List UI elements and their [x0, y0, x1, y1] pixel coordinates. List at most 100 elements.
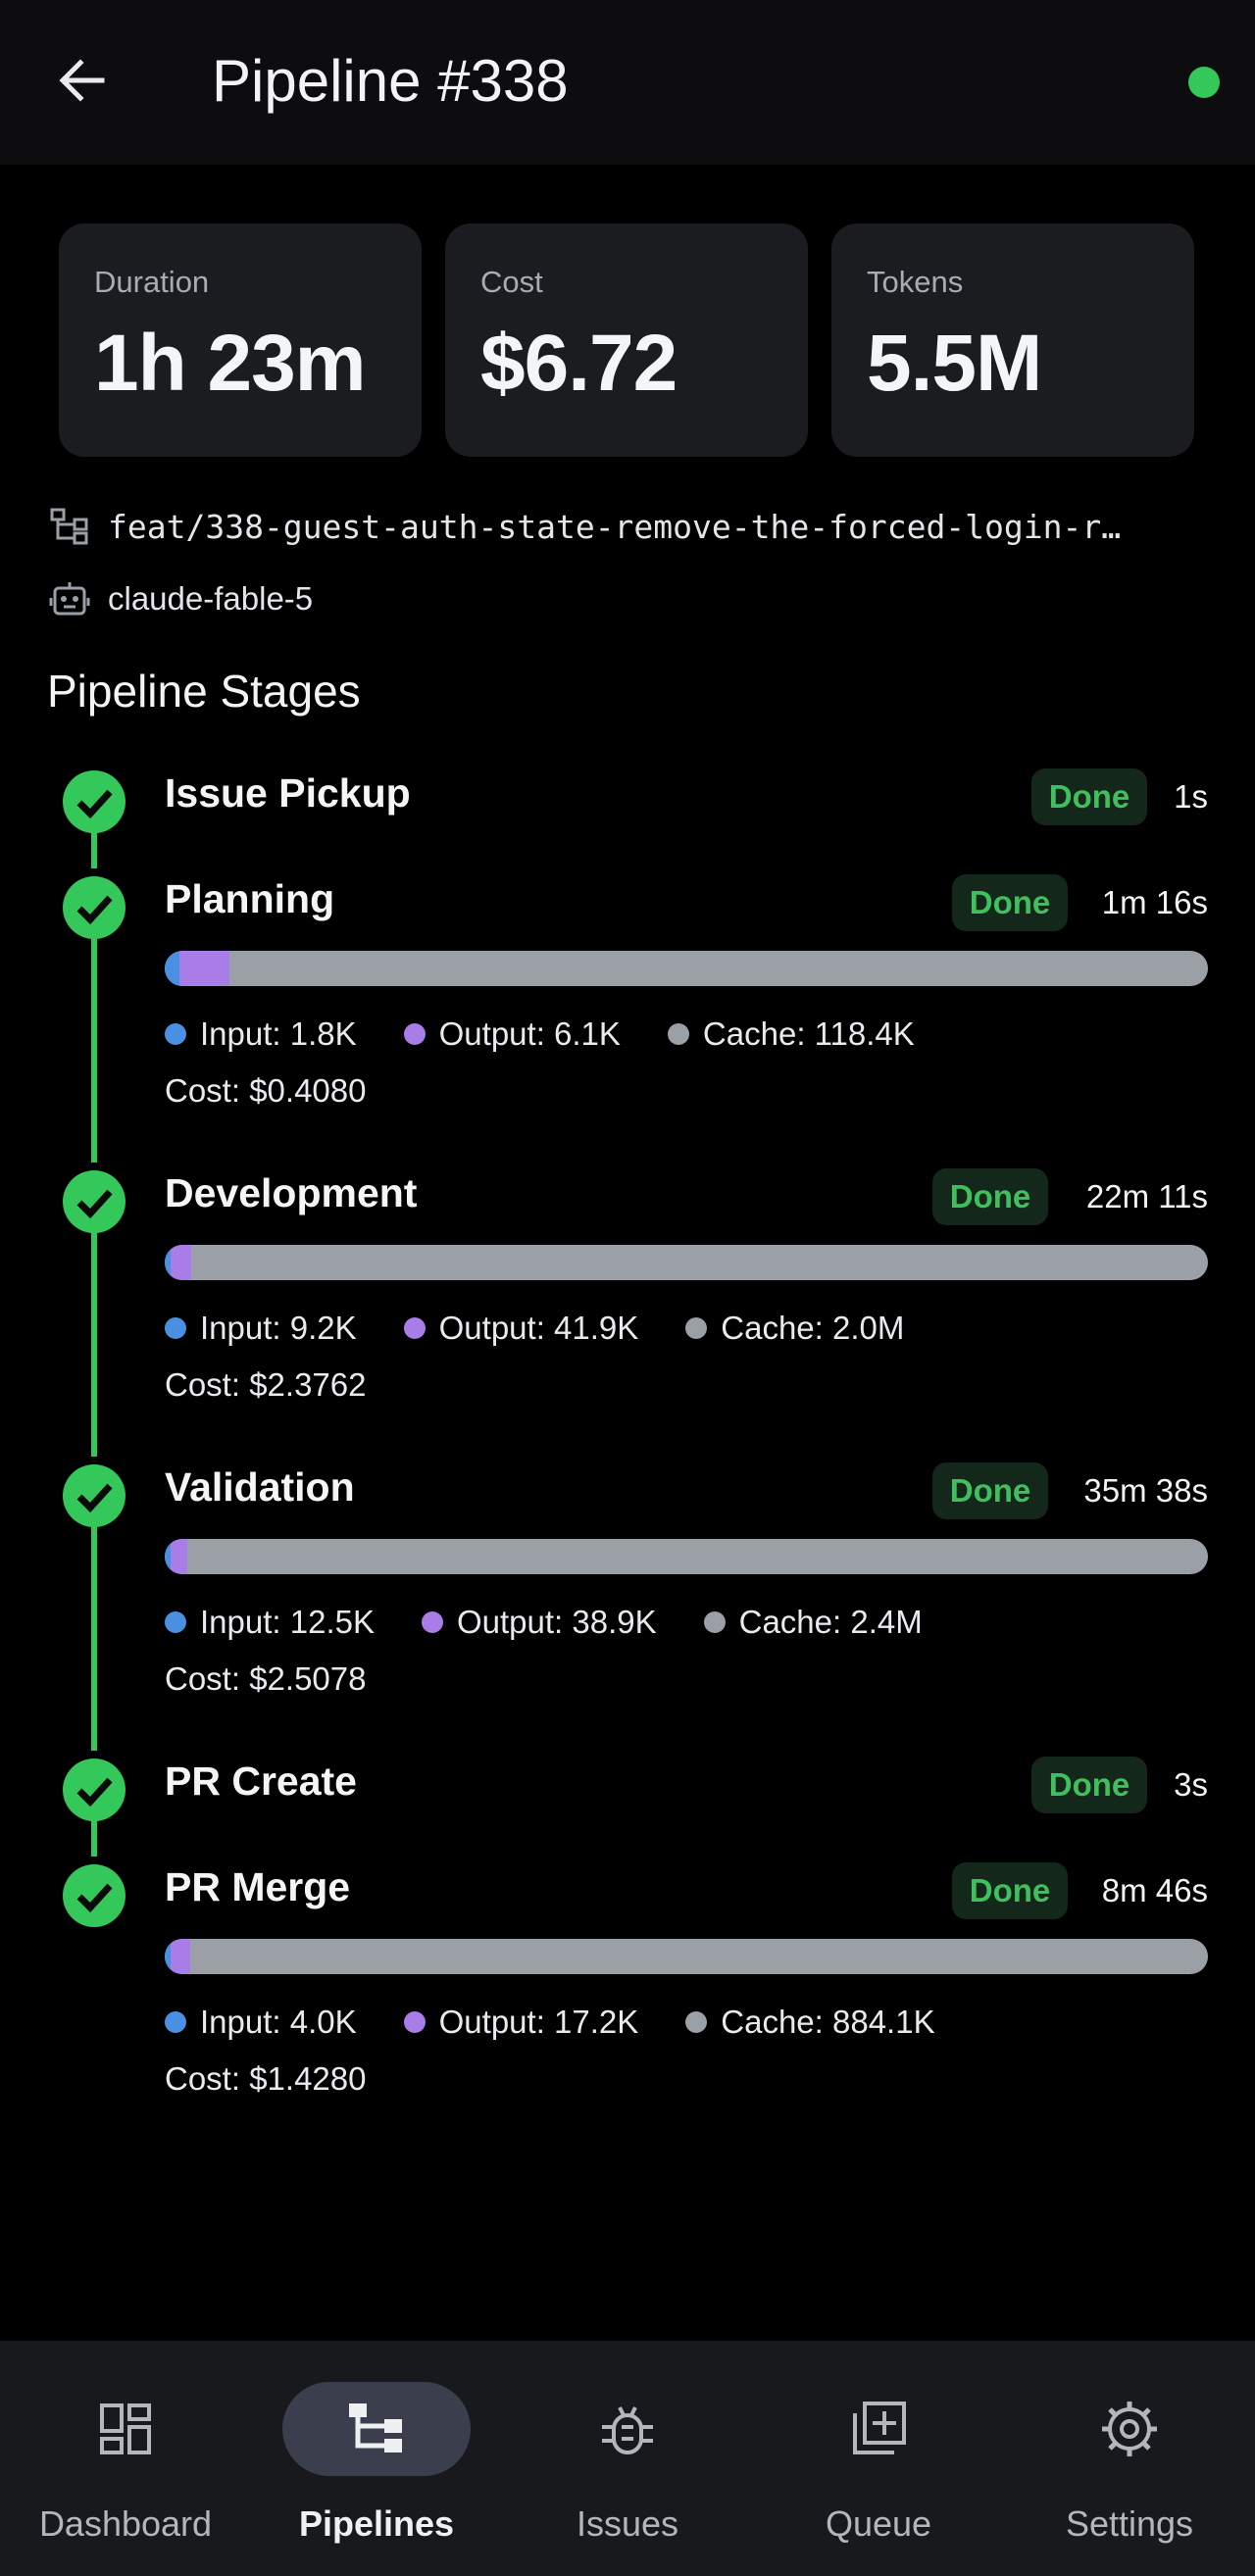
output-dot	[403, 2011, 426, 2033]
stage-name: Planning	[165, 876, 335, 921]
tokens-value: 5.5M	[867, 319, 1042, 408]
nav-label: Pipelines	[298, 2503, 455, 2544]
branch-row: feat/338-guest-auth-state-remove-the-for…	[49, 506, 1121, 547]
nav-dashboard[interactable]: Dashboard	[0, 2341, 251, 2576]
model-row: claude-fable-5	[49, 578, 313, 619]
robot-icon	[49, 582, 90, 616]
gear-icon	[1102, 2402, 1157, 2456]
nav-label: Issues	[576, 2503, 679, 2544]
stage-cost: Cost: $1.4280	[165, 2060, 367, 2097]
token-legend: Input: 1.8K Output: 6.1K Cache: 118.4K	[165, 1016, 962, 1053]
section-title: Pipeline Stages	[47, 666, 361, 717]
legend-output: Output: 17.2K	[403, 2004, 638, 2041]
nav-label: Settings	[1065, 2503, 1194, 2544]
stage-cost: Cost: $2.3762	[165, 1366, 367, 1403]
status-badge: Done	[932, 1168, 1048, 1225]
queue-icon	[853, 2402, 906, 2454]
arrow-back-icon	[59, 59, 105, 102]
tokens-label: Tokens	[867, 265, 964, 299]
nav-label: Queue	[825, 2503, 932, 2544]
input-dot	[165, 1611, 186, 1633]
nav-pipelines[interactable]: Pipelines	[251, 2341, 502, 2576]
timeline-connector	[91, 1525, 97, 1751]
dashboard-icon	[100, 2403, 151, 2454]
legend-cache: Cache: 2.0M	[685, 1310, 904, 1347]
status-badge: Done	[952, 1862, 1068, 1919]
nav-queue[interactable]: Queue	[753, 2341, 1004, 2576]
check-icon	[76, 1483, 113, 1513]
timeline-connector	[91, 1819, 97, 1857]
token-usage-bar	[165, 1539, 1208, 1574]
nav-issues[interactable]: Issues	[502, 2341, 753, 2576]
cache-dot	[685, 1317, 708, 1339]
stage-duration: 1m 16s	[1101, 884, 1208, 920]
legend-input: Input: 4.0K	[165, 2004, 357, 2041]
legend-cache: Cache: 118.4K	[667, 1016, 915, 1053]
token-usage-bar	[165, 1939, 1208, 1974]
check-icon	[76, 1777, 113, 1808]
cost-label: Cost	[480, 265, 543, 299]
timeline-connector	[91, 937, 97, 1163]
stage-duration: 8m 46s	[1101, 1872, 1208, 1908]
token-legend: Input: 4.0K Output: 17.2K Cache: 884.1K	[165, 2004, 982, 2041]
output-dot	[403, 1317, 426, 1339]
cache-dot	[703, 1611, 726, 1633]
nav-settings[interactable]: Settings	[1004, 2341, 1255, 2576]
stage-name: Validation	[165, 1464, 355, 1510]
bug-icon	[602, 2406, 653, 2454]
output-segment	[179, 951, 229, 986]
check-icon	[76, 1189, 113, 1219]
stage-status-icon	[63, 1864, 126, 1927]
check-icon	[76, 789, 113, 819]
page-title: Pipeline #338	[212, 48, 569, 114]
model-name: claude-fable-5	[108, 580, 314, 617]
stage-status-icon	[63, 1170, 126, 1233]
stage-duration: 22m 11s	[1085, 1178, 1208, 1214]
duration-label: Duration	[94, 265, 210, 299]
duration-card: Duration 1h 23m	[59, 223, 422, 457]
token-legend: Input: 12.5K Output: 38.9K Cache: 2.4M	[165, 1604, 970, 1641]
status-badge: Done	[952, 874, 1068, 931]
status-badge: Done	[1031, 768, 1147, 825]
legend-cache: Cache: 884.1K	[685, 2004, 935, 2041]
bottom-navigation: Dashboard Pipelines Issues Queue Setting…	[0, 2341, 1255, 2576]
tokens-card: Tokens 5.5M	[831, 223, 1194, 457]
legend-output: Output: 41.9K	[403, 1310, 638, 1347]
pipelines-icon	[349, 2403, 402, 2452]
output-dot	[403, 1023, 426, 1045]
stage-name: PR Merge	[165, 1864, 351, 1909]
legend-input: Input: 12.5K	[165, 1604, 375, 1641]
status-badge: Done	[932, 1462, 1048, 1519]
stats-cards: Duration 1h 23m Cost $6.72 Tokens 5.5M	[59, 223, 1194, 457]
legend-input: Input: 1.8K	[165, 1016, 357, 1053]
stage-name: PR Create	[165, 1759, 357, 1804]
nav-label: Dashboard	[38, 2503, 213, 2544]
token-usage-bar	[165, 1245, 1208, 1280]
branch-icon	[50, 508, 88, 545]
timeline-connector	[91, 831, 97, 868]
stage-name: Issue Pickup	[165, 770, 411, 816]
cost-card: Cost $6.72	[445, 223, 808, 457]
stage-duration: 3s	[1174, 1766, 1208, 1803]
legend-cache: Cache: 2.4M	[703, 1604, 923, 1641]
token-usage-bar	[165, 951, 1208, 986]
stage-name: Development	[165, 1170, 418, 1215]
output-dot	[421, 1611, 443, 1633]
output-segment	[171, 1539, 187, 1574]
stage-cost: Cost: $2.5078	[165, 1660, 367, 1697]
cost-value: $6.72	[480, 319, 678, 408]
input-dot	[165, 2011, 186, 2033]
stage-cost: Cost: $0.4080	[165, 1072, 367, 1109]
output-segment	[171, 1245, 191, 1280]
stage-status-icon	[63, 1759, 126, 1821]
check-icon	[76, 895, 113, 925]
back-button[interactable]	[51, 49, 114, 112]
legend-output: Output: 38.9K	[421, 1604, 657, 1641]
stage-status-icon	[63, 1464, 126, 1527]
input-segment	[165, 951, 179, 986]
status-badge: Done	[1031, 1757, 1147, 1813]
cache-dot	[685, 2011, 708, 2033]
stage-status-icon	[63, 876, 126, 939]
check-icon	[76, 1883, 113, 1913]
stage-duration: 35m 38s	[1083, 1472, 1208, 1509]
